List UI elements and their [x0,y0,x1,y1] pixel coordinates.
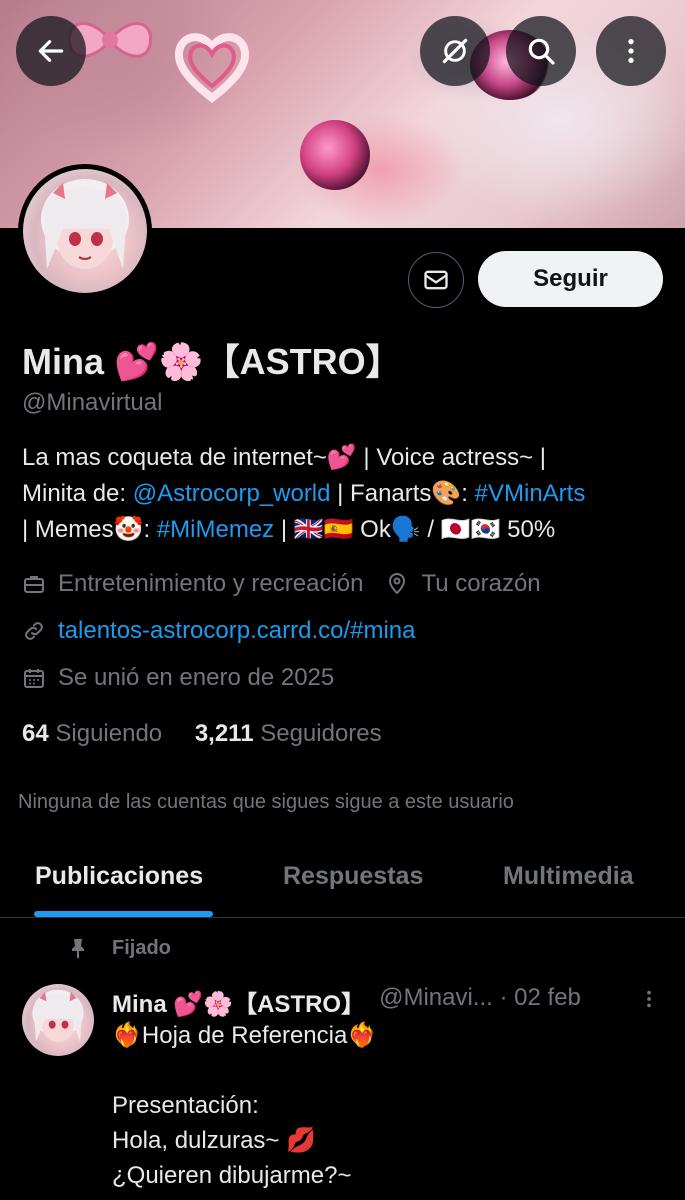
post-more-icon[interactable] [638,986,660,1012]
bio-mention-link[interactable]: @Astrocorp_world [133,480,331,507]
following-count: 64 [22,720,49,747]
more-vertical-icon [628,39,634,63]
profile-joined-date: Se unió en enero de 2025 [58,664,335,691]
mail-icon [424,270,448,290]
following-link[interactable]: 64 Siguiendo [22,720,162,747]
post-author-handle: @Minavi... · 02 feb [379,984,581,1011]
active-tab-indicator [34,911,213,917]
avatar-artwork [41,179,129,269]
post-author-name[interactable]: Mina 💕🌸【ASTRO】 [112,984,365,1019]
profile-category: Entretenimiento y recreación [58,570,364,597]
link-icon [25,622,43,640]
followers-label: Seguidores [260,720,382,747]
followers-count: 3,211 [194,720,254,747]
bio-hashtag-link[interactable]: #VMinArts [475,480,586,507]
tab-media[interactable]: Multimedia [503,862,634,891]
post-author-avatar[interactable] [22,984,94,1056]
tab-replies[interactable]: Respuestas [283,862,423,891]
post-header: Mina 💕🌸【ASTRO】 @Minavi... · 02 feb [112,984,581,1019]
display-name: Mina 💕🌸【ASTRO】 [22,341,402,382]
follow-counts: 64 Siguiendo 3,211 Seguidores [22,720,382,748]
avatar-artwork [32,989,84,1043]
art-eye [300,120,370,190]
pinned-indicator: Fijado [66,936,171,960]
tab-posts[interactable]: Publicaciones [35,862,203,891]
grok-icon [442,38,468,64]
bio-text: Minita de: [22,480,133,507]
profile-tabs: Publicaciones Respuestas Multimedia [0,840,685,918]
followers-link[interactable]: 3,211 Seguidores [195,720,382,747]
location-pin-icon [389,573,406,595]
profile-joined-row: Se unió en enero de 2025 [22,664,334,692]
back-button[interactable] [16,16,86,86]
profile-bio: La mas coqueta de internet~💕 | Voice act… [22,440,672,548]
follow-button[interactable]: Seguir [478,251,663,307]
briefcase-icon [24,576,44,593]
profile-avatar[interactable] [18,164,152,298]
bio-text: La mas coqueta de internet~💕 | Voice act… [22,444,546,471]
profile-website-row: talentos-astrocorp.carrd.co/#mina [22,617,416,645]
message-button[interactable] [408,252,464,308]
post-text[interactable]: ❤️‍🔥Hoja de Referencia❤️‍🔥 Presentación:… [112,1018,672,1193]
following-label: Siguiendo [55,720,163,747]
heart-decoration [174,33,250,104]
calendar-icon [24,669,44,688]
profile-location: Tu corazón [421,570,541,597]
pin-icon [72,939,84,958]
pinned-label: Fijado [112,936,171,959]
mutual-followers-note: Ninguna de las cuentas que sigues sigue … [18,791,514,813]
arrow-left-icon [38,40,64,62]
profile-website-link[interactable]: talentos-astrocorp.carrd.co/#mina [58,617,416,645]
bio-text: | 🇬🇧🇪🇸 Ok🗣️ / 🇯🇵🇰🇷 50% [274,516,556,543]
search-icon [528,38,555,65]
user-handle: @Minavirtual [22,389,163,416]
bio-text: | Memes🤡: [22,516,157,543]
more-options-button[interactable] [596,16,666,86]
profile-category-row: Entretenimiento y recreación Tu corazón [22,570,541,598]
bio-hashtag-link[interactable]: #MiMemez [157,516,274,543]
grok-button[interactable] [420,16,490,86]
bio-text: | Fanarts🎨: [330,480,475,507]
search-button[interactable] [506,16,576,86]
